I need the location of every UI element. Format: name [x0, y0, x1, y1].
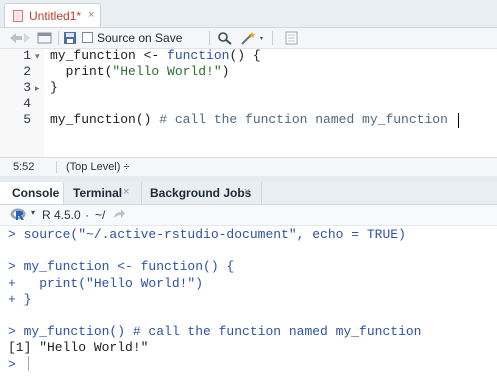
console-input-line: > my_function <- function() {: [8, 259, 235, 275]
console-input-line: > source("~/.active-rstudio-document", e…: [8, 227, 406, 242]
working-directory[interactable]: ~/: [95, 208, 105, 222]
code-line[interactable]: }: [50, 80, 58, 95]
tab-label: Terminal: [73, 186, 123, 200]
back-icon[interactable]: [8, 31, 32, 45]
editor-tab-bar: Untitled1* ×: [0, 0, 497, 28]
line-number: 1: [23, 48, 31, 63]
go-to-directory-icon[interactable]: [112, 208, 126, 223]
r-file-icon: [13, 10, 23, 22]
tab-terminal[interactable]: Terminal ×: [64, 182, 142, 204]
code-line[interactable]: my_function() # call the function named …: [50, 112, 448, 127]
fold-toggle-icon[interactable]: ▾: [35, 51, 40, 62]
code-token: function: [167, 48, 230, 63]
toolbar-divider: [58, 31, 59, 45]
console-input-line: > my_function() # call the function name…: [8, 324, 422, 340]
code-token: my_function <-: [50, 48, 168, 63]
chevron-down-icon[interactable]: ▾: [31, 208, 35, 217]
close-tab-icon[interactable]: ×: [244, 186, 250, 198]
code-token: () {: [229, 48, 261, 63]
scope-selector[interactable]: (Top Level) ÷: [66, 161, 130, 173]
console-cursor: [28, 356, 29, 371]
code-token: my_function(): [50, 112, 160, 127]
tab-title: Untitled1*: [29, 9, 82, 23]
code-tools-wand-icon[interactable]: [240, 31, 266, 45]
text-cursor: [458, 113, 459, 128]
line-number: 4: [23, 96, 31, 111]
toolbar-divider: [209, 31, 210, 45]
editor-toolbar: Source on Save: [0, 28, 497, 49]
code-token: ): [221, 64, 230, 79]
close-tab-icon[interactable]: ×: [88, 9, 94, 21]
code-token: "Hello World!": [112, 64, 222, 79]
line-number: 5: [23, 112, 31, 127]
line-number: 3: [23, 80, 31, 95]
cursor-position: 5:52: [13, 161, 35, 173]
search-icon[interactable]: [217, 31, 233, 45]
console-input-line: >: [8, 356, 24, 372]
line-number: 2: [23, 64, 31, 79]
editor-status-bar: 5:52 (Top Level) ÷: [0, 157, 497, 177]
tab-background-jobs[interactable]: Background Jobs ×: [142, 182, 262, 204]
show-in-window-icon[interactable]: [36, 31, 54, 45]
tab-label: Background Jobs: [150, 186, 252, 200]
console-input-line: + print("Hello World!"): [8, 275, 204, 291]
code-token: # call the function named my_function: [159, 112, 448, 127]
r-logo-icon: [10, 207, 28, 224]
code-token: }: [50, 80, 58, 95]
tab-console[interactable]: Console: [0, 182, 64, 204]
source-on-save-checkbox[interactable]: [82, 32, 93, 43]
source-on-save-label: Source on Save: [97, 31, 183, 45]
fold-toggle-icon[interactable]: ▸: [35, 83, 40, 94]
tab-untitled1[interactable]: Untitled1* ×: [4, 3, 101, 27]
code-line[interactable]: my_function <- function() {: [50, 48, 261, 63]
save-icon[interactable]: [62, 31, 78, 45]
console-input-line: + }: [8, 291, 32, 307]
status-divider: [56, 161, 57, 173]
toolbar-divider: [272, 31, 273, 45]
compile-report-icon[interactable]: [284, 31, 300, 45]
code-token: print(: [50, 64, 113, 79]
r-version: R 4.5.0: [42, 208, 81, 222]
close-tab-icon[interactable]: ×: [123, 186, 129, 198]
tab-label: Console: [12, 186, 60, 200]
console-output-line: [1] "Hello World!": [8, 340, 149, 356]
code-line[interactable]: print("Hello World!"): [50, 64, 230, 79]
console-tab-bar: Console Terminal × Background Jobs ×: [0, 182, 497, 205]
console-header: ▾ R 4.5.0 · ~/: [0, 205, 497, 226]
separator-dot: ·: [85, 208, 89, 222]
